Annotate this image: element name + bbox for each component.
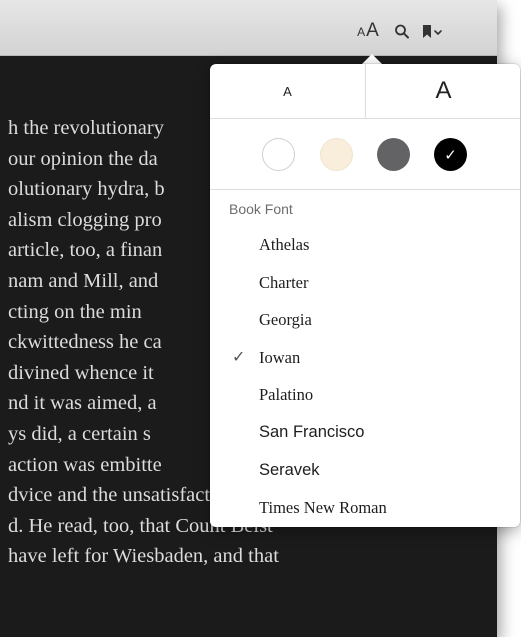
font-option-iowan[interactable]: ✓ Iowan	[210, 339, 520, 377]
search-button[interactable]	[392, 16, 412, 40]
font-option-label: Athelas	[259, 235, 310, 254]
theme-white-swatch[interactable]	[262, 138, 295, 171]
font-option-label: Seravek	[259, 460, 320, 479]
decrease-font-size-button[interactable]: A	[210, 64, 365, 118]
font-option-label: Times New Roman	[259, 498, 387, 518]
font-size-button[interactable]: A A	[352, 16, 384, 40]
theme-sepia-swatch[interactable]	[320, 138, 353, 171]
font-option-seravek[interactable]: Seravek	[210, 452, 520, 490]
search-icon	[395, 24, 409, 39]
chevron-down-icon	[434, 30, 442, 35]
theme-night-swatch[interactable]: ✓	[434, 138, 467, 171]
font-option-san-francisco[interactable]: San Francisco	[210, 414, 520, 452]
book-font-heading: Book Font	[229, 201, 293, 217]
font-list: Athelas Charter Georgia ✓ Iowan Palatino San F…	[210, 226, 520, 527]
theme-gray-swatch[interactable]	[377, 138, 410, 171]
bookmark-button[interactable]	[417, 16, 447, 40]
font-option-athelas[interactable]: Athelas	[210, 226, 520, 264]
theme-row: ✓	[210, 119, 520, 190]
font-option-label: Palatino	[259, 385, 314, 405]
font-option-label: Georgia	[259, 310, 312, 330]
toolbar: A A	[0, 0, 497, 56]
book-text-line: have left for Wiesbaden, and that	[8, 545, 279, 568]
bookmark-icon	[423, 25, 431, 38]
font-option-times-new-roman[interactable]: Times New Roman	[210, 489, 520, 527]
font-option-label: Iowan	[259, 347, 301, 367]
font-size-big-glyph: A	[366, 20, 379, 41]
font-option-label: San Francisco	[259, 422, 365, 441]
font-size-row: A A	[210, 64, 520, 119]
increase-font-size-button[interactable]: A	[365, 64, 521, 118]
font-option-charter[interactable]: Charter	[210, 264, 520, 302]
font-option-palatino[interactable]: Palatino	[210, 376, 520, 414]
font-option-label: Charter	[259, 272, 309, 292]
font-option-georgia[interactable]: Georgia	[210, 301, 520, 339]
checkmark-icon: ✓	[444, 146, 457, 164]
font-size-small-glyph: A	[357, 25, 366, 39]
appearance-popover: A A ✓ Book Font Athelas Charter Georgia ✓ Io…	[210, 64, 520, 527]
checkmark-icon: ✓	[232, 348, 246, 366]
